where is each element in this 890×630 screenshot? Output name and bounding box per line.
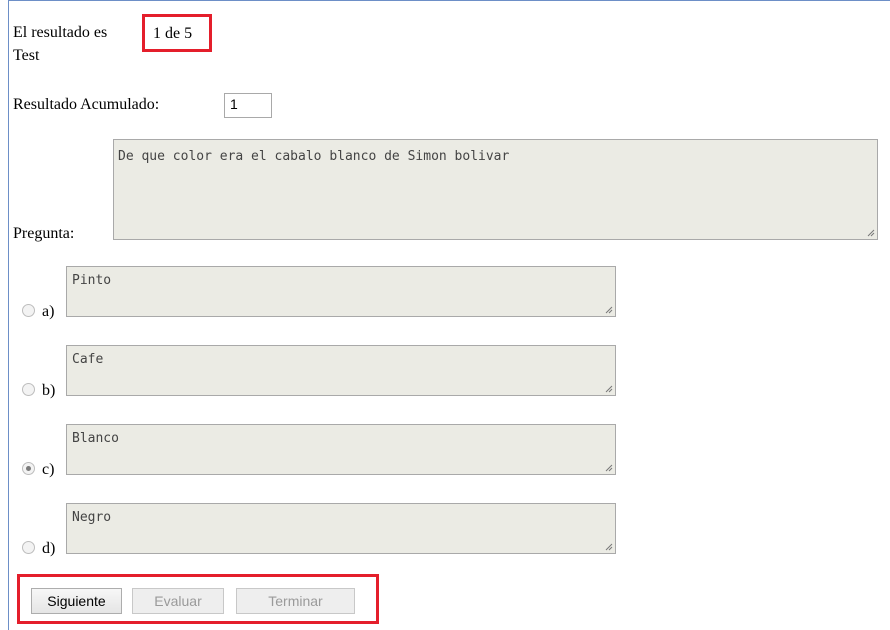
option-c-radio[interactable] — [22, 462, 35, 475]
option-b-text: Cafe — [72, 352, 104, 367]
option-c-textarea[interactable]: Blanco — [66, 424, 616, 475]
evaluate-button[interactable]: Evaluar — [132, 588, 224, 614]
option-b-textarea[interactable]: Cafe — [66, 345, 616, 396]
option-b-radio[interactable] — [22, 383, 35, 396]
result-value: 1 de 5 — [153, 25, 193, 42]
result-value-highlight: 1 de 5 — [142, 14, 212, 52]
option-a-textarea[interactable]: Pinto — [66, 266, 616, 317]
accumulated-label: Resultado Acumulado: — [13, 96, 160, 113]
question-text: De que color era el cabalo blanco de Sim… — [118, 149, 510, 164]
option-a-text: Pinto — [72, 273, 112, 288]
option-a-letter: a) — [42, 303, 55, 320]
resize-grip-icon[interactable] — [605, 543, 613, 551]
option-a-radio[interactable] — [22, 304, 35, 317]
resize-grip-icon[interactable] — [605, 306, 613, 314]
resize-grip-icon[interactable] — [605, 385, 613, 393]
resize-grip-icon[interactable] — [867, 229, 875, 237]
question-label: Pregunta: — [13, 225, 75, 242]
resize-grip-icon[interactable] — [605, 464, 613, 472]
option-b-letter: b) — [42, 382, 56, 399]
option-d-text: Negro — [72, 510, 112, 525]
result-label: El resultado es — [13, 24, 108, 41]
option-c-text: Blanco — [72, 431, 119, 446]
option-d-radio[interactable] — [22, 541, 35, 554]
test-name: Test — [13, 47, 40, 64]
option-d-textarea[interactable]: Negro — [66, 503, 616, 554]
option-c-letter: c) — [42, 461, 55, 478]
next-button[interactable]: Siguiente — [31, 588, 122, 614]
option-d-letter: d) — [42, 540, 56, 557]
accumulated-input[interactable]: 1 — [224, 93, 272, 118]
question-textarea[interactable]: De que color era el cabalo blanco de Sim… — [113, 139, 878, 240]
finish-button[interactable]: Terminar — [236, 588, 355, 614]
